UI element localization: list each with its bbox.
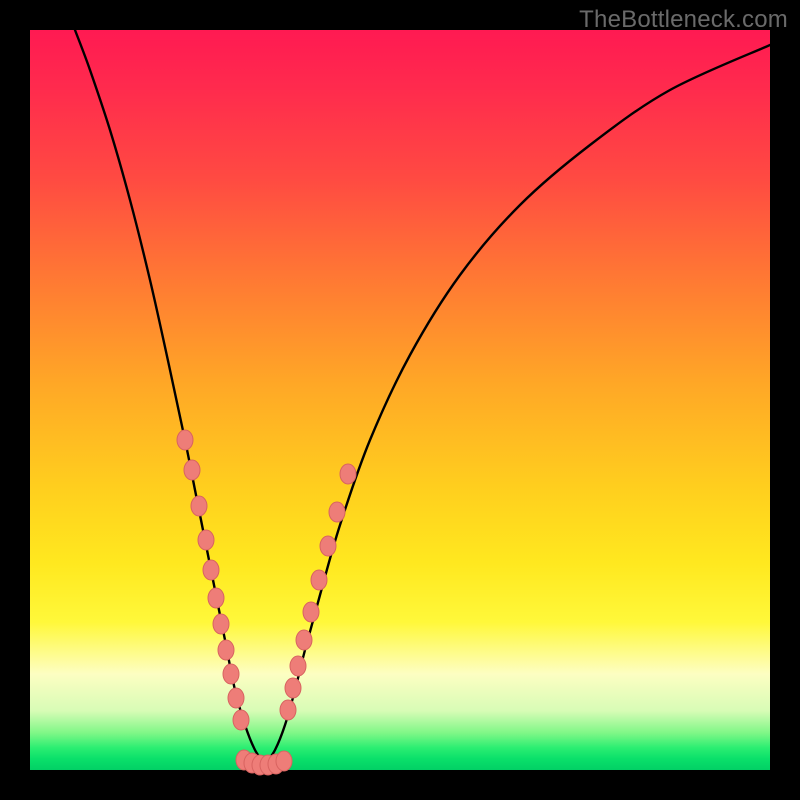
marker-group	[177, 430, 356, 775]
right-marker	[285, 678, 301, 698]
left-marker	[228, 688, 244, 708]
right-marker	[280, 700, 296, 720]
right-marker	[340, 464, 356, 484]
left-marker	[218, 640, 234, 660]
bottom-marker	[276, 751, 292, 771]
left-marker	[177, 430, 193, 450]
left-marker	[213, 614, 229, 634]
right-marker	[296, 630, 312, 650]
chart-frame: TheBottleneck.com	[0, 0, 800, 800]
left-marker	[203, 560, 219, 580]
left-marker	[198, 530, 214, 550]
plot-area	[30, 30, 770, 770]
left-marker	[208, 588, 224, 608]
right-marker	[329, 502, 345, 522]
left-marker	[233, 710, 249, 730]
curve-left-branch	[75, 30, 265, 764]
curve-right-branch	[265, 45, 770, 764]
watermark-text: TheBottleneck.com	[579, 6, 788, 34]
right-marker	[320, 536, 336, 556]
curve-layer	[30, 30, 770, 770]
left-marker	[191, 496, 207, 516]
right-marker	[311, 570, 327, 590]
right-marker	[303, 602, 319, 622]
left-marker	[184, 460, 200, 480]
right-marker	[290, 656, 306, 676]
left-marker	[223, 664, 239, 684]
